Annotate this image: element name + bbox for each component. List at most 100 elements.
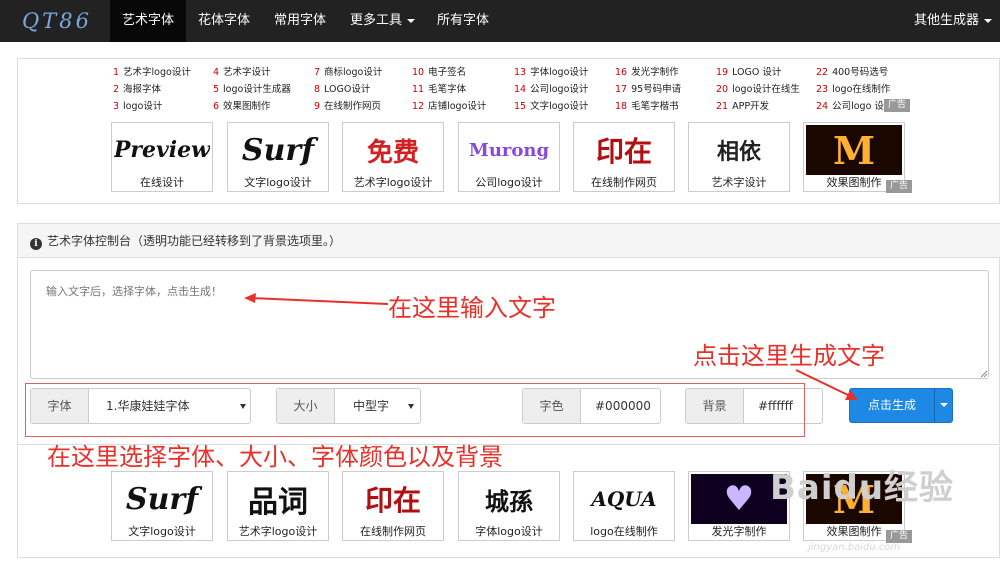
thumbnail-card[interactable]: 相依 艺术字设计 bbox=[688, 122, 790, 192]
link-number: 16 bbox=[615, 67, 628, 78]
link-item[interactable]: 22 400号码选号 bbox=[816, 66, 888, 80]
thumbnail-card[interactable]: Surf 文字logo设计 bbox=[111, 471, 213, 541]
link-number: 3 bbox=[113, 101, 120, 112]
resize-grip-icon[interactable] bbox=[978, 368, 988, 378]
link-item[interactable]: 20 logo设计在线生 bbox=[716, 83, 800, 97]
thumbnail-card[interactable]: Preview 在线设计 bbox=[111, 122, 213, 192]
link-number: 7 bbox=[314, 67, 321, 78]
control-panel-title: 艺术字体控制台（透明功能已经转移到了背景选项里。） bbox=[47, 234, 342, 248]
arrow-to-generate-icon bbox=[795, 369, 858, 400]
nav-item-more-tools-label: 更多工具 bbox=[350, 13, 403, 28]
link-number: 24 bbox=[816, 101, 829, 112]
link-item[interactable]: 17 95号码申请 bbox=[615, 83, 681, 97]
link-number: 4 bbox=[213, 67, 220, 78]
link-label: logo设计 bbox=[123, 101, 163, 112]
link-item[interactable]: 10 电子签名 bbox=[412, 66, 466, 80]
link-item[interactable]: 3 logo设计 bbox=[113, 100, 162, 114]
thumbnail-card[interactable]: Murong 公司logo设计 bbox=[458, 122, 560, 192]
thumbnail-image: Preview bbox=[114, 137, 210, 163]
link-item[interactable]: 12 店铺logo设计 bbox=[412, 100, 486, 114]
nav-item-common-fonts[interactable]: 常用字体 bbox=[262, 0, 338, 42]
link-item[interactable]: 4 艺术字设计 bbox=[213, 66, 271, 80]
thumbnail-card[interactable]: 印在 在线制作网页 bbox=[342, 471, 444, 541]
link-number: 23 bbox=[816, 84, 829, 95]
nav-item-all-fonts[interactable]: 所有字体 bbox=[425, 0, 501, 42]
nav-item-more-tools[interactable]: 更多工具 bbox=[338, 0, 427, 42]
link-label: 文字logo设计 bbox=[530, 101, 589, 112]
link-number: 15 bbox=[514, 101, 527, 112]
link-item[interactable]: 9 在线制作网页 bbox=[314, 100, 381, 114]
thumbnail-card[interactable]: 免费 艺术字logo设计 bbox=[342, 122, 444, 192]
link-item[interactable]: 5 logo设计生成器 bbox=[213, 83, 291, 97]
link-item[interactable]: 23 logo在线制作 bbox=[816, 83, 890, 97]
thumbnail-image: AQUA bbox=[591, 487, 657, 511]
link-item[interactable]: 11 毛笔字体 bbox=[412, 83, 466, 97]
thumbnail-image: 相依 bbox=[716, 139, 761, 165]
generate-button[interactable]: 点击生成 bbox=[849, 388, 953, 423]
generate-label: 点击生成 bbox=[867, 398, 916, 412]
link-label: 艺术字logo设计 bbox=[123, 67, 191, 78]
watermark-logo: Baidu经验 bbox=[770, 468, 955, 508]
link-number: 12 bbox=[412, 101, 425, 112]
link-number: 20 bbox=[716, 84, 729, 95]
caret-down-icon[interactable] bbox=[940, 403, 948, 407]
select-highlight-box bbox=[25, 383, 805, 437]
site-logo[interactable]: QT86 bbox=[22, 9, 92, 33]
nav-item-other-generators[interactable]: 其他生成器 bbox=[902, 0, 1000, 42]
link-label: 店铺logo设计 bbox=[428, 101, 487, 112]
link-item[interactable]: 8 LOGO设计 bbox=[314, 83, 370, 97]
link-number: 19 bbox=[716, 67, 729, 78]
link-label: 95号码申请 bbox=[631, 84, 682, 95]
thumbnail-caption: 在线设计 bbox=[112, 175, 212, 191]
link-item[interactable]: 6 效果图制作 bbox=[213, 100, 271, 114]
link-number: 6 bbox=[213, 101, 220, 112]
link-item[interactable]: 18 毛笔字楷书 bbox=[615, 100, 679, 114]
thumbnail-caption: 字体logo设计 bbox=[459, 524, 559, 540]
nav-item-fancy-fonts[interactable]: 花体字体 bbox=[186, 0, 262, 42]
thumbnail-card[interactable]: 印在 在线制作网页 bbox=[573, 122, 675, 192]
link-label: 效果图制作 bbox=[223, 101, 271, 112]
button-divider bbox=[934, 389, 935, 422]
link-item[interactable]: 21 APP开发 bbox=[716, 100, 769, 114]
thumbnail-card[interactable]: AQUA logo在线制作 bbox=[573, 471, 675, 541]
link-number: 14 bbox=[514, 84, 527, 95]
link-item[interactable]: 19 LOGO 设计 bbox=[716, 66, 781, 80]
thumbnail-card[interactable]: 品词 艺术字logo设计 bbox=[227, 471, 329, 541]
link-number: 5 bbox=[213, 84, 220, 95]
link-item[interactable]: 15 文字logo设计 bbox=[514, 100, 588, 114]
arrow-to-input-icon bbox=[244, 293, 389, 305]
link-label: 商标logo设计 bbox=[324, 67, 383, 78]
link-label: logo设计在线生 bbox=[732, 84, 800, 95]
nav-item-art-fonts[interactable]: 艺术字体 bbox=[110, 0, 187, 42]
link-number: 22 bbox=[816, 67, 829, 78]
link-number: 8 bbox=[314, 84, 321, 95]
thumbnail-card[interactable]: 城孫字体logo设计 bbox=[458, 471, 560, 541]
thumbnail-caption: 在线制作网页 bbox=[574, 175, 674, 191]
link-number: 17 bbox=[615, 84, 628, 95]
link-item[interactable]: 16 发光字制作 bbox=[615, 66, 679, 80]
link-number: 10 bbox=[412, 67, 425, 78]
thumbnail-caption: 文字logo设计 bbox=[112, 524, 212, 540]
thumbnail-caption: 文字logo设计 bbox=[228, 175, 328, 191]
link-item[interactable]: 13 字体logo设计 bbox=[514, 66, 588, 80]
thumbnail-card[interactable]: Surf 文字logo设计 bbox=[227, 122, 329, 192]
link-label: logo在线制作 bbox=[832, 84, 891, 95]
link-label: logo设计生成器 bbox=[223, 84, 291, 95]
thumbnail-caption: 发光字制作 bbox=[689, 524, 789, 540]
link-item[interactable]: 1 艺术字logo设计 bbox=[113, 66, 191, 80]
ad-badge: 广告 bbox=[886, 180, 913, 193]
annotation-input: 在这里输入文字 bbox=[388, 294, 556, 322]
link-label: LOGO 设计 bbox=[732, 67, 782, 78]
thumbnail-caption: 艺术字设计 bbox=[689, 175, 789, 191]
watermark-url: jingyan.baidu.com bbox=[808, 542, 901, 553]
thumbnail-image: 城孫 bbox=[485, 486, 533, 516]
ad-badge: 广告 bbox=[884, 99, 911, 112]
link-item[interactable]: 14 公司logo设计 bbox=[514, 83, 588, 97]
link-number: 18 bbox=[615, 101, 628, 112]
link-item[interactable]: 2 海报字体 bbox=[113, 83, 161, 97]
thumbnail-caption: logo在线制作 bbox=[574, 524, 674, 540]
thumbnail-image: 印在 bbox=[364, 484, 421, 517]
link-item[interactable]: 24 公司logo 设 bbox=[816, 100, 884, 114]
link-item[interactable]: 7 商标logo设计 bbox=[314, 66, 382, 80]
link-number: 11 bbox=[412, 84, 425, 95]
